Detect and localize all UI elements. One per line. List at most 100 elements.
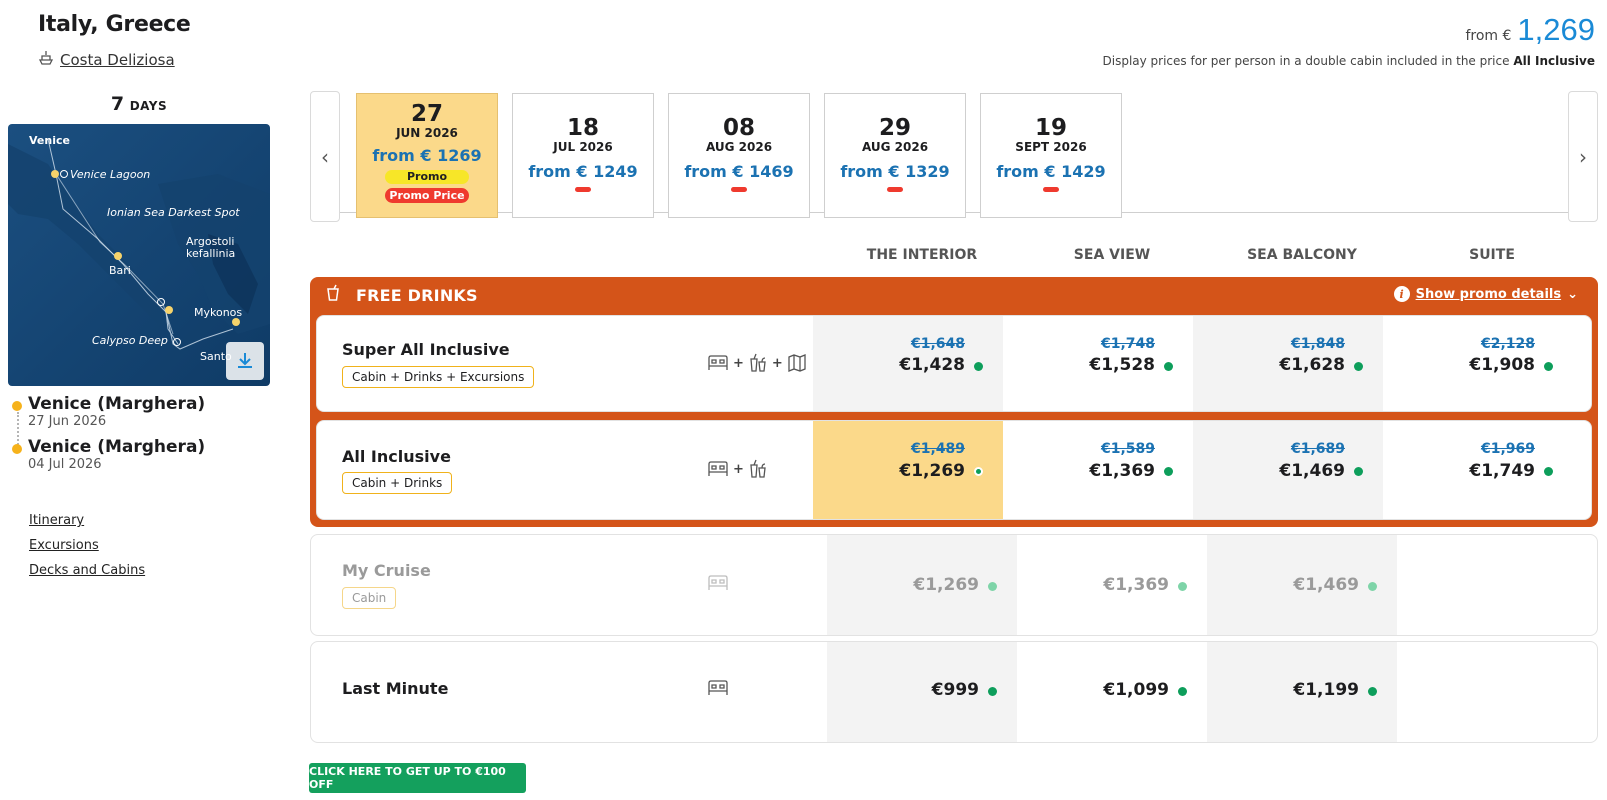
link-excursions[interactable]: Excursions: [29, 538, 145, 553]
fare-tag: Cabin: [342, 587, 397, 609]
new-price: €1,908: [1469, 355, 1535, 375]
availability-dot: [1164, 362, 1173, 371]
date-price: from € 1429: [996, 162, 1106, 182]
price-cell-sea-view[interactable]: €1,099: [1017, 642, 1207, 742]
chevron-down-icon: ⌄: [1567, 286, 1578, 302]
chevron-right-icon: ›: [1579, 144, 1587, 169]
date-month: JUN 2026: [396, 126, 458, 141]
cruise-duration: 7 DAYS: [8, 93, 270, 115]
date-carousel: ‹ 27 JUN 2026 from € 1269 Promo Promo Pr…: [310, 91, 1598, 222]
price-cell-interior-selected[interactable]: €1,489 €1,269: [813, 421, 1003, 519]
days-number: 7: [110, 93, 125, 115]
itinerary-map[interactable]: Venice Venice Lagoon Ionian Sea Darkest …: [8, 124, 270, 386]
show-promo-details[interactable]: i Show promo details ⌄: [1393, 286, 1578, 302]
price-cell-sea-view[interactable]: €1,748 €1,528: [1003, 316, 1193, 411]
map-label-ionian: Ionian Sea Darkest Spot: [107, 206, 240, 219]
price: €1,469: [1293, 575, 1359, 595]
itinerary-stops: Venice (Marghera) 27 Jun 2026 Venice (Ma…: [12, 394, 205, 480]
availability-dot: [1354, 467, 1363, 476]
new-price: €1,369: [1089, 461, 1155, 481]
stop-date: 27 Jun 2026: [28, 414, 107, 429]
availability-dot: [974, 467, 983, 476]
date-card[interactable]: 19 SEPT 2026 from € 1429: [980, 93, 1122, 218]
promo-details-link: Show promo details: [1415, 286, 1562, 302]
price-cell-sea-balcony[interactable]: €1,469: [1207, 535, 1397, 635]
price-cell-interior[interactable]: €1,648 €1,428: [813, 316, 1003, 411]
price-cell-sea-view[interactable]: €1,589 €1,369: [1003, 421, 1193, 519]
price-cell-sea-view[interactable]: €1,369: [1017, 535, 1207, 635]
availability-dot: [1164, 467, 1173, 476]
date-card[interactable]: 29 AUG 2026 from € 1329: [824, 93, 966, 218]
price-cell-interior[interactable]: €1,269: [827, 535, 1017, 635]
link-itinerary[interactable]: Itinerary: [29, 513, 145, 528]
price-cell-sea-balcony[interactable]: €1,689 €1,469: [1193, 421, 1383, 519]
availability-dot: [1178, 687, 1187, 696]
bed-icon: [708, 680, 728, 695]
price-cell-sea-balcony[interactable]: €1,199: [1207, 642, 1397, 742]
chevron-left-icon: ‹: [321, 144, 329, 169]
date-month: SEPT 2026: [1015, 140, 1087, 155]
price-cell-interior[interactable]: €999: [827, 642, 1017, 742]
page-title: Italy, Greece: [38, 12, 191, 37]
old-price: €1,969: [1480, 441, 1535, 457]
map-label-calypso: Calypso Deep: [92, 334, 168, 347]
map-label-argostoli: Argostoli kefallinia: [186, 235, 236, 260]
drinks-icon: [750, 459, 766, 478]
price: €1,099: [1103, 680, 1169, 700]
disclaimer-text: Display prices for per person in a doubl…: [1102, 54, 1510, 68]
discount-cta-button[interactable]: CLICK HERE TO GET UP TO €100 OFF: [309, 763, 526, 793]
date-price: from € 1249: [528, 162, 638, 182]
date-day: 08: [722, 115, 755, 141]
promo-dash: [575, 187, 591, 193]
price: €1,199: [1293, 680, 1359, 700]
new-price: €1,469: [1279, 461, 1345, 481]
stop-place: Venice (Marghera): [28, 437, 206, 457]
headline-price: from € 1,269: [1465, 12, 1595, 48]
fare-row-my-cruise: €1,269 €1,369 €1,469 My Cruise Cabin: [310, 534, 1598, 636]
old-price: €2,128: [1480, 336, 1535, 352]
fare-tag: Cabin + Drinks + Excursions: [342, 366, 535, 388]
fare-icons: [707, 574, 729, 592]
new-price: €1,428: [899, 355, 965, 375]
date-card-selected[interactable]: 27 JUN 2026 from € 1269 Promo Promo Pric…: [356, 93, 498, 218]
price-cell-suite[interactable]: €2,128 €1,908: [1383, 316, 1573, 411]
date-price: from € 1469: [684, 162, 794, 182]
promo-title: FREE DRINKS: [356, 285, 478, 305]
bed-icon: [708, 575, 728, 590]
drinks-icon: [750, 353, 766, 372]
map-label-bari: Bari: [109, 264, 131, 277]
date-card[interactable]: 18 JUL 2026 from € 1249: [512, 93, 654, 218]
map-download-button[interactable]: [226, 342, 264, 380]
new-price: €1,749: [1469, 461, 1535, 481]
link-decks-cabins[interactable]: Decks and Cabins: [29, 563, 145, 578]
date-price: from € 1269: [372, 146, 482, 166]
price-cell-suite[interactable]: €1,969 €1,749: [1383, 421, 1573, 519]
download-icon: [238, 353, 252, 368]
ship-link[interactable]: Costa Deliziosa: [38, 50, 175, 70]
from-price: 1,269: [1517, 12, 1595, 47]
carousel-prev-button[interactable]: ‹: [310, 91, 340, 222]
date-card[interactable]: 08 AUG 2026 from € 1469: [668, 93, 810, 218]
availability-dot: [974, 362, 983, 371]
availability-dot: [988, 687, 997, 696]
availability-dot: [1544, 467, 1553, 476]
promo-dash: [1043, 187, 1059, 193]
carousel-next-button[interactable]: ›: [1568, 91, 1598, 222]
map-label-venice: Venice: [29, 134, 70, 147]
availability-dot: [1368, 582, 1377, 591]
fare-name: Super All Inclusive: [342, 340, 510, 359]
from-label: from €: [1465, 28, 1512, 44]
availability-dot: [1354, 362, 1363, 371]
availability-dot: [1368, 687, 1377, 696]
stop-place: Venice (Marghera): [28, 394, 206, 414]
plus-sign: +: [733, 355, 744, 371]
col-head-sea-view: SEA VIEW: [1073, 247, 1151, 263]
price-cell-sea-balcony[interactable]: €1,848 €1,628: [1193, 316, 1383, 411]
map-label-mykonos: Mykonos: [194, 306, 243, 319]
col-head-interior: THE INTERIOR: [866, 247, 978, 263]
fare-name: My Cruise: [342, 561, 431, 580]
col-head-sea-balcony: SEA BALCONY: [1247, 247, 1357, 263]
old-price: €1,689: [1290, 441, 1345, 457]
stop-arrival: Venice (Marghera) 04 Jul 2026: [12, 437, 205, 472]
info-icon: i: [1393, 286, 1410, 302]
